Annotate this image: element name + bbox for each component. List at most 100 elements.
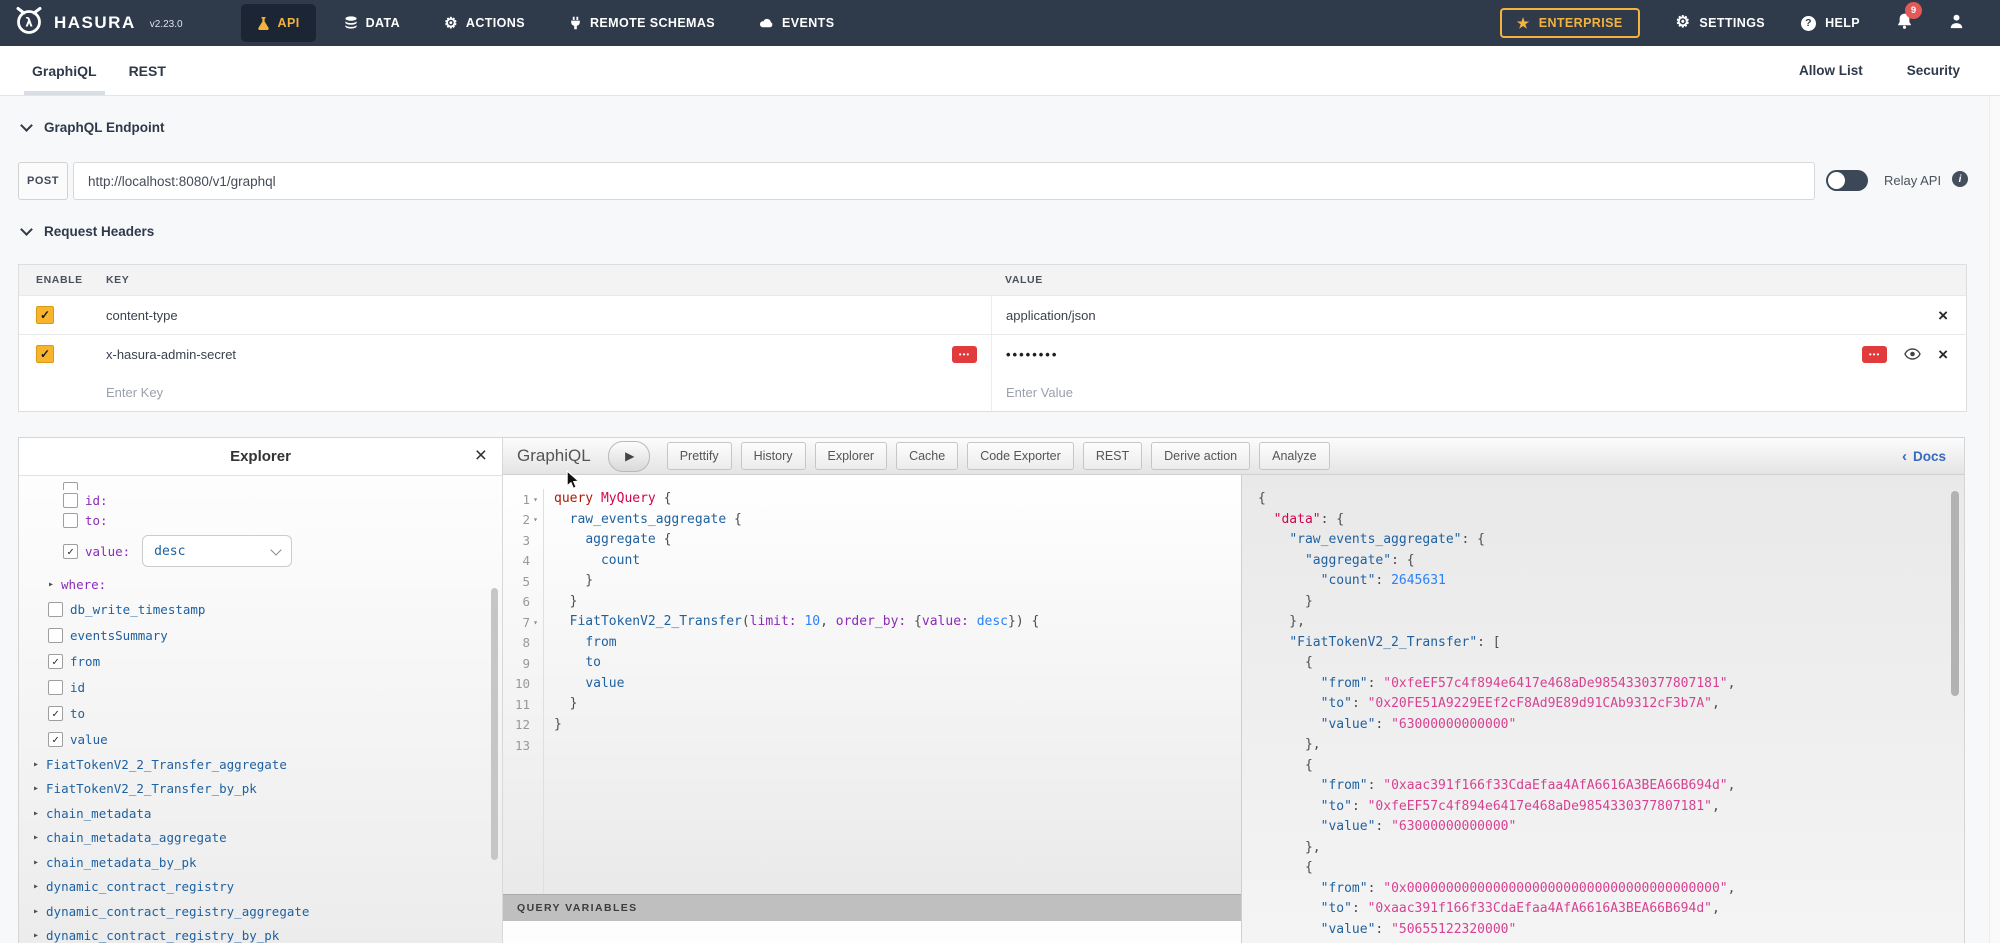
graphql-endpoint-heading[interactable]: GraphQL Endpoint [22,120,165,135]
unchecked-checkbox-icon[interactable] [48,602,63,617]
column-enable: ENABLE [19,265,89,295]
cache-button[interactable]: Cache [896,442,958,470]
explorer-item-label: value [70,732,108,747]
header-value-cell[interactable]: •••••••••••× [991,335,1966,373]
explorer-item-dynamic_contract_registry_aggregate[interactable]: ▸dynamic_contract_registry_aggregate [19,899,502,924]
nav-item-remote-schemas[interactable]: REMOTE SCHEMAS [553,4,731,42]
header-enable-checkbox[interactable]: ✓ [36,345,54,363]
explorer-item-dynamic_contract_registry_by_pk[interactable]: ▸dynamic_contract_registry_by_pk [19,924,502,943]
response-line: "to": "0xaac391f166f33CdaEfaa4AfA6616A3B… [1258,899,1964,920]
explorer-item-to[interactable]: to: [19,510,502,530]
explorer-item-chain_metadata_aggregate[interactable]: ▸chain_metadata_aggregate [19,826,502,851]
info-icon[interactable]: i [1952,171,1968,187]
unchecked-checkbox-icon[interactable] [63,482,78,491]
endpoint-url-input[interactable]: http://localhost:8080/v1/graphql [73,162,1815,200]
history-button[interactable]: History [741,442,806,470]
explorer-item-chain_metadata[interactable]: ▸chain_metadata [19,801,502,826]
unchecked-checkbox-icon[interactable] [63,493,78,508]
explorer-item-where[interactable]: ▸where: [19,572,502,596]
header-key-cell[interactable]: content-type [89,296,991,334]
svg-text:λ: λ [25,15,33,29]
database-icon [344,16,358,30]
explorer-item-id[interactable]: id [19,674,502,700]
docs-link[interactable]: ‹ Docs [1902,448,1946,465]
explorer-item-FiatTokenV2_2_Transfer_by_pk[interactable]: ▸FiatTokenV2_2_Transfer_by_pk [19,777,502,802]
query-editor[interactable]: 1▾2▾34567▾8910111213 query MyQuery { raw… [503,475,1241,894]
explorer-button[interactable]: Explorer [815,442,888,470]
unchecked-checkbox-icon[interactable] [48,680,63,695]
checked-checkbox-icon[interactable]: ✓ [48,732,63,747]
request-headers-heading[interactable]: Request Headers [22,224,154,239]
eye-icon[interactable] [1904,348,1921,360]
explorer-item-id[interactable]: id: [19,490,502,510]
security-link[interactable]: Security [1907,63,1960,78]
nav-item-data[interactable]: DATA [328,4,416,42]
prettify-button[interactable]: Prettify [667,442,732,470]
code-exporter-button[interactable]: Code Exporter [967,442,1074,470]
response-line: "from": "0xaac391f166f33CdaEfaa4AfA6616A… [1258,776,1964,797]
header-value-cell[interactable]: application/json× [991,296,1966,334]
nav-item-actions[interactable]: ⚙ACTIONS [428,4,541,42]
nav-item-label: ACTIONS [466,16,525,30]
notifications-button[interactable]: 9 [1896,12,1913,35]
hasura-brand[interactable]: λ HASURA v2.23.0 [14,6,183,41]
relay-api-toggle[interactable] [1826,170,1868,191]
explorer-item-partial[interactable] [19,480,502,490]
request-headers-table: ENABLE KEY VALUE ✓content-typeapplicatio… [18,264,1967,412]
new-header-value-input[interactable]: Enter Value [1006,385,1073,400]
fold-arrow-icon: ▾ [530,495,541,504]
derive-action-button[interactable]: Derive action [1151,442,1250,470]
checked-checkbox-icon[interactable]: ✓ [48,706,63,721]
explorer-item-value[interactable]: ✓value:desc [19,530,502,572]
nav-item-events[interactable]: EVENTS [743,4,850,42]
response-line: "value": "50655122320000" [1258,920,1964,941]
remove-header-icon[interactable]: × [1938,346,1948,363]
new-header-key-input[interactable]: Enter Key [106,385,163,400]
user-menu-button[interactable] [1949,13,1964,34]
explorer-item-from[interactable]: ✓from [19,648,502,674]
order-by-dropdown[interactable]: desc [142,535,292,567]
unchecked-checkbox-icon[interactable] [48,628,63,643]
query-variables-editor[interactable] [503,921,1241,943]
header-key-cell[interactable]: x-hasura-admin-secret••• [89,335,991,373]
explorer-item-db_write_timestamp[interactable]: db_write_timestamp [19,596,502,622]
execute-query-button[interactable]: ▶ [608,441,650,472]
remove-header-icon[interactable]: × [1938,307,1948,324]
query-variables-bar[interactable]: QUERY VARIABLES [503,894,1241,921]
tab-rest[interactable]: REST [129,46,166,95]
gear-icon: ⚙ [1676,15,1691,31]
response-line: { [1258,756,1964,777]
explorer-item-to[interactable]: ✓to [19,700,502,726]
enterprise-button[interactable]: ★ ENTERPRISE [1500,8,1640,38]
checked-checkbox-icon[interactable]: ✓ [48,654,63,669]
explorer-item-chain_metadata_by_pk[interactable]: ▸chain_metadata_by_pk [19,850,502,875]
tab-graphiql[interactable]: GraphiQL [32,46,97,95]
response-line: "data": { [1258,510,1964,531]
close-icon[interactable]: × [475,444,487,468]
explorer-scrollbar[interactable] [491,588,498,860]
unchecked-checkbox-icon[interactable] [63,513,78,528]
checked-checkbox-icon[interactable]: ✓ [63,544,78,559]
editor-code: query MyQuery { raw_events_aggregate { a… [544,489,1241,894]
help-button[interactable]: ? HELP [1801,16,1860,31]
rest-button[interactable]: REST [1083,442,1142,470]
triangle-right-icon: ▸ [33,759,39,770]
cloud-icon [759,18,774,29]
explorer-item-eventsSummary[interactable]: eventsSummary [19,622,502,648]
toolbar-buttons: Prettify History Explorer Cache Code Exporte… [667,442,1330,470]
explorer-panel: Explorer × id:to:✓value:desc▸where:db_wr… [19,438,503,943]
column-key: KEY [89,265,991,295]
nav-item-api[interactable]: API [241,4,316,42]
explorer-item-label: chain_metadata [46,806,151,821]
explorer-item-value[interactable]: ✓ value [19,726,502,752]
explorer-item-dynamic_contract_registry[interactable]: ▸dynamic_contract_registry [19,875,502,900]
toggle-knob [1828,172,1845,189]
chevron-left-icon: ‹ [1902,448,1907,465]
allow-list-link[interactable]: Allow List [1799,63,1863,78]
response-scrollbar[interactable] [1951,491,1959,696]
explorer-item-FiatTokenV2_2_Transfer_aggregate[interactable]: ▸FiatTokenV2_2_Transfer_aggregate [19,752,502,777]
header-enable-checkbox[interactable]: ✓ [36,306,54,324]
analyze-button[interactable]: Analyze [1259,442,1329,470]
settings-button[interactable]: ⚙ SETTINGS [1676,15,1765,31]
page-scrollbar[interactable] [1989,46,2000,943]
